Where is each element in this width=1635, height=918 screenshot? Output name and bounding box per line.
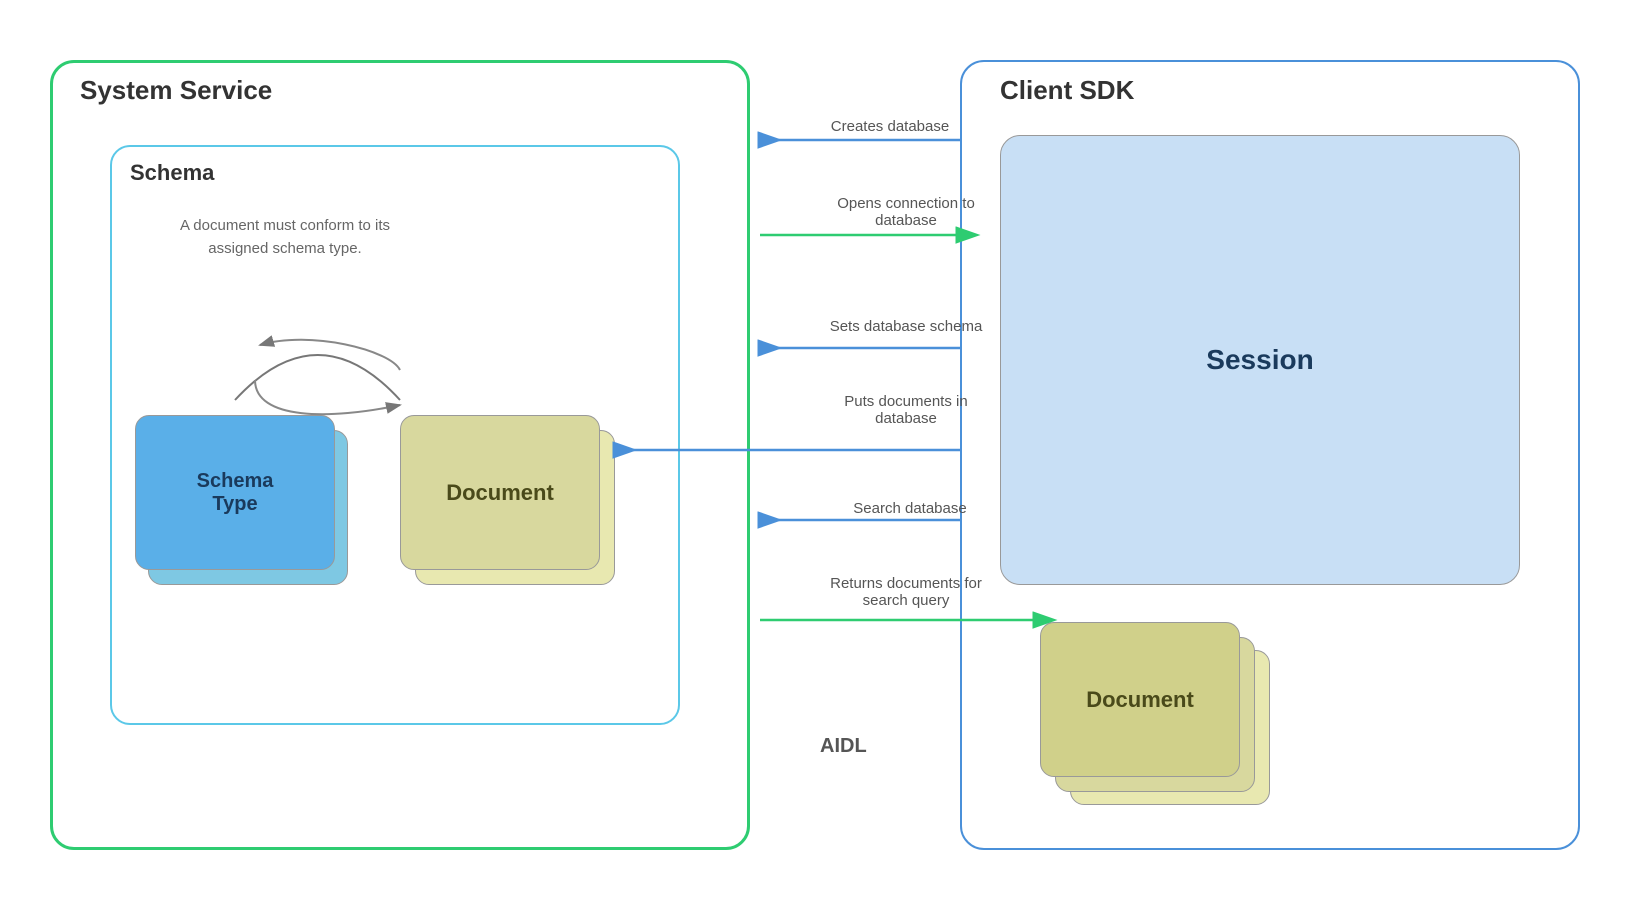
sdk-doc-label: Document (1086, 687, 1194, 713)
sdk-doc-front-card: Document (1040, 622, 1240, 777)
arrow-label-search-database: Search database (820, 500, 1000, 517)
diagram-container: System Service Schema A document must co… (0, 0, 1635, 918)
document-front-card: Document (400, 415, 600, 570)
schema-type-front-card: SchemaType (135, 415, 335, 570)
arrow-label-returns-documents: Returns documents forsearch query (806, 575, 1006, 609)
arrow-label-creates-database: Creates database (810, 118, 970, 135)
schema-label: Schema (130, 160, 214, 186)
schema-description: A document must conform to its assigned … (165, 215, 405, 260)
aidl-label: AIDL (820, 735, 867, 758)
arrow-label-opens-connection: Opens connection todatabase (806, 195, 1006, 229)
arrow-label-sets-schema: Sets database schema (806, 318, 1006, 335)
schema-type-label: SchemaType (197, 470, 274, 516)
document-label: Document (446, 480, 554, 506)
system-service-label: System Service (80, 75, 272, 106)
session-card: Session (1000, 135, 1520, 585)
client-sdk-label: Client SDK (1000, 75, 1134, 106)
session-label: Session (1206, 344, 1313, 376)
arrow-label-puts-documents: Puts documents indatabase (806, 393, 1006, 427)
